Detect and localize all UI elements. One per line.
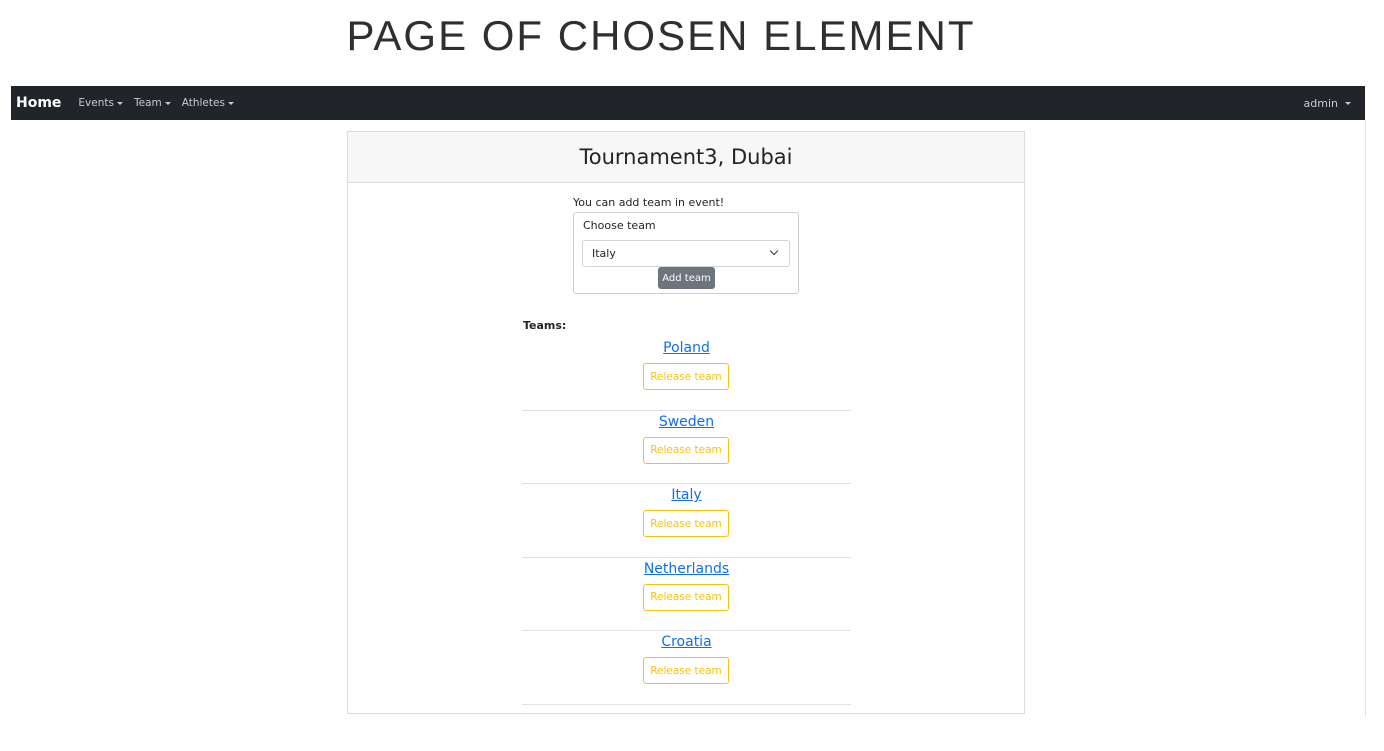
team-list: Poland Release team Sweden Release team … [522, 337, 851, 705]
release-team-button[interactable]: Release team [643, 583, 729, 611]
nav-athletes-dropdown[interactable]: Athletes [182, 97, 234, 109]
choose-team-label: Choose team [583, 219, 656, 232]
caret-down-icon [1345, 101, 1351, 105]
release-team-button[interactable]: Release team [643, 436, 729, 464]
team-link-croatia[interactable]: Croatia [522, 634, 851, 650]
card-header: Tournament3, Dubai [348, 132, 1024, 183]
team-link-poland[interactable]: Poland [522, 340, 851, 356]
team-row: Italy Release team [522, 484, 851, 558]
release-team-button[interactable]: Release team [643, 363, 729, 390]
team-link-italy[interactable]: Italy [522, 487, 851, 503]
team-select[interactable]: Italy [582, 240, 790, 267]
teams-heading: Teams: [523, 319, 567, 332]
nav-events-dropdown[interactable]: Events [78, 97, 123, 109]
team-row: Sweden Release team [522, 411, 851, 484]
caret-down-icon [164, 101, 171, 105]
team-row: Poland Release team [522, 337, 851, 411]
caret-down-icon [116, 101, 123, 105]
nav-home-link[interactable]: Home [16, 95, 61, 111]
nav-team-dropdown[interactable]: Team [134, 97, 171, 109]
caret-down-icon [227, 101, 234, 105]
add-team-form: Choose team Italy Add team [573, 212, 799, 294]
page-caption: PAGE OF CHOSEN ELEMENT [346, 12, 976, 59]
release-team-button[interactable]: Release team [643, 657, 729, 684]
nav-team-label: Team [133, 97, 162, 109]
add-team-prompt: You can add team in event! [573, 196, 725, 209]
team-link-sweden[interactable]: Sweden [522, 414, 851, 430]
event-title: Tournament3, Dubai [579, 145, 793, 169]
page-edge-divider [1365, 120, 1366, 717]
release-team-button[interactable]: Release team [643, 510, 729, 537]
team-row: Croatia Release team [522, 631, 851, 705]
event-card: Tournament3, Dubai You can add team in e… [347, 131, 1025, 714]
team-select-value: Italy [592, 247, 616, 260]
user-menu-dropdown[interactable]: admin [1304, 86, 1351, 120]
team-row: Netherlands Release team [522, 558, 851, 631]
team-link-netherlands[interactable]: Netherlands [522, 561, 851, 577]
user-menu-label: admin [1303, 96, 1338, 110]
nav-athletes-label: Athletes [181, 97, 225, 109]
add-team-button[interactable]: Add team [658, 267, 715, 289]
nav-events-label: Events [78, 97, 114, 109]
top-navbar: Home Events Team Athletes admin [11, 86, 1365, 120]
chevron-down-icon [769, 246, 779, 256]
